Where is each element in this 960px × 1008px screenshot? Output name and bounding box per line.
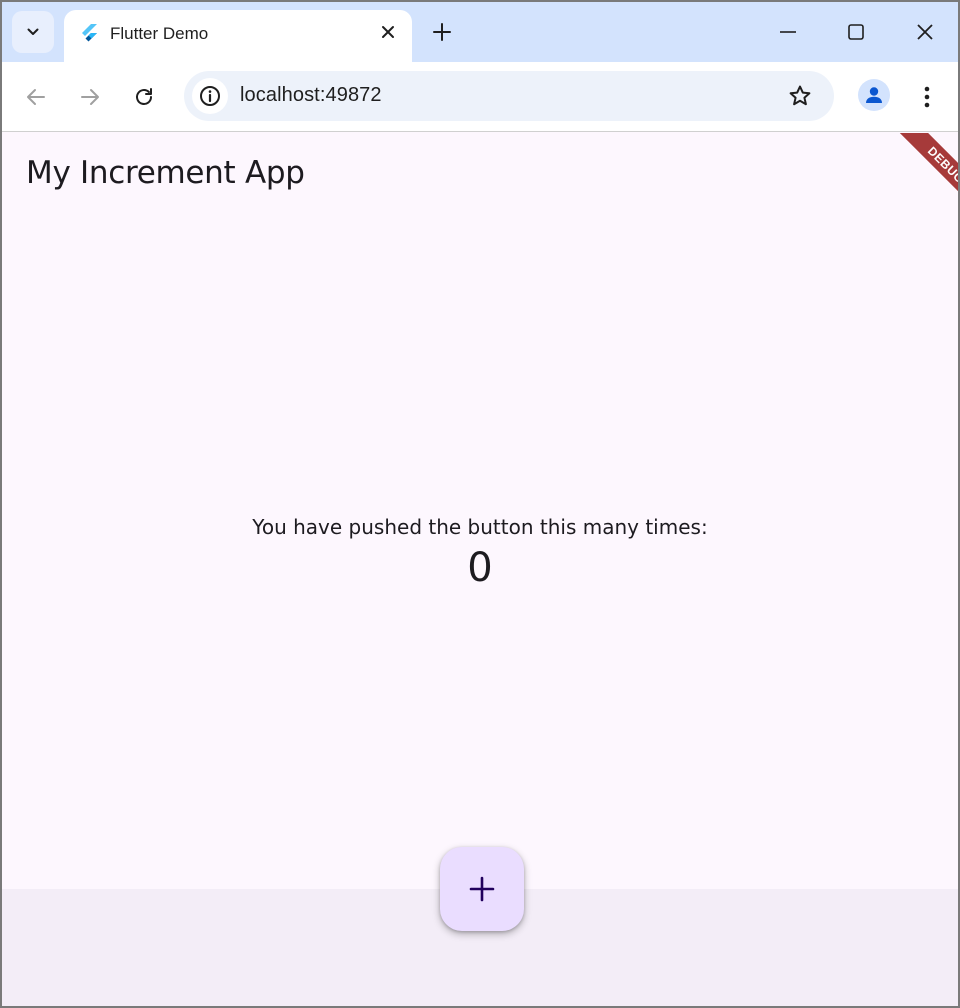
close-tab-button[interactable] [376, 20, 400, 44]
debug-banner-label: DEBUG [896, 133, 958, 215]
browser-window: Flutter Demo localhost:49872 My Incremen… [0, 0, 960, 1008]
arrow-left-icon [27, 89, 45, 105]
maximize-icon [848, 24, 864, 40]
back-button[interactable] [18, 79, 54, 115]
app-body: My Increment App DEBUG You have pushed t… [2, 133, 958, 889]
site-info-button[interactable] [192, 78, 228, 114]
debug-banner: DEBUG [870, 133, 958, 223]
close-icon [382, 26, 394, 38]
arrow-right-icon [81, 89, 99, 105]
address-bar[interactable]: localhost:49872 [184, 71, 834, 121]
star-icon [789, 85, 811, 106]
reload-icon [136, 88, 152, 105]
tab-flutter-demo[interactable]: Flutter Demo [64, 10, 412, 64]
browser-toolbar: localhost:49872 [2, 62, 958, 132]
tab-strip: Flutter Demo [2, 2, 958, 64]
profile-button[interactable] [858, 79, 890, 111]
info-icon [200, 86, 220, 106]
tab-search-button[interactable] [12, 11, 54, 53]
plus-icon [469, 876, 495, 902]
reload-button[interactable] [126, 79, 162, 115]
bookmark-button[interactable] [786, 82, 814, 110]
flutter-icon [82, 24, 97, 42]
browser-menu-button[interactable] [912, 79, 942, 115]
close-window-button[interactable] [905, 14, 945, 50]
minimize-button[interactable] [768, 14, 808, 50]
chevron-down-icon [27, 28, 39, 35]
counter-value: 0 [467, 545, 493, 591]
increment-fab-button[interactable] [440, 847, 524, 931]
tab-title: Flutter Demo [110, 24, 209, 43]
person-icon [866, 87, 882, 103]
kebab-menu-icon [924, 86, 930, 108]
url-text[interactable]: localhost:49872 [240, 84, 382, 107]
maximize-button[interactable] [836, 14, 876, 50]
close-icon [917, 24, 933, 40]
app-bar-title: My Increment App [26, 155, 305, 191]
counter-label: You have pushed the button this many tim… [252, 515, 708, 539]
plus-icon [433, 23, 451, 41]
new-tab-button[interactable] [426, 16, 458, 48]
minimize-icon [780, 31, 796, 33]
forward-button[interactable] [72, 79, 108, 115]
